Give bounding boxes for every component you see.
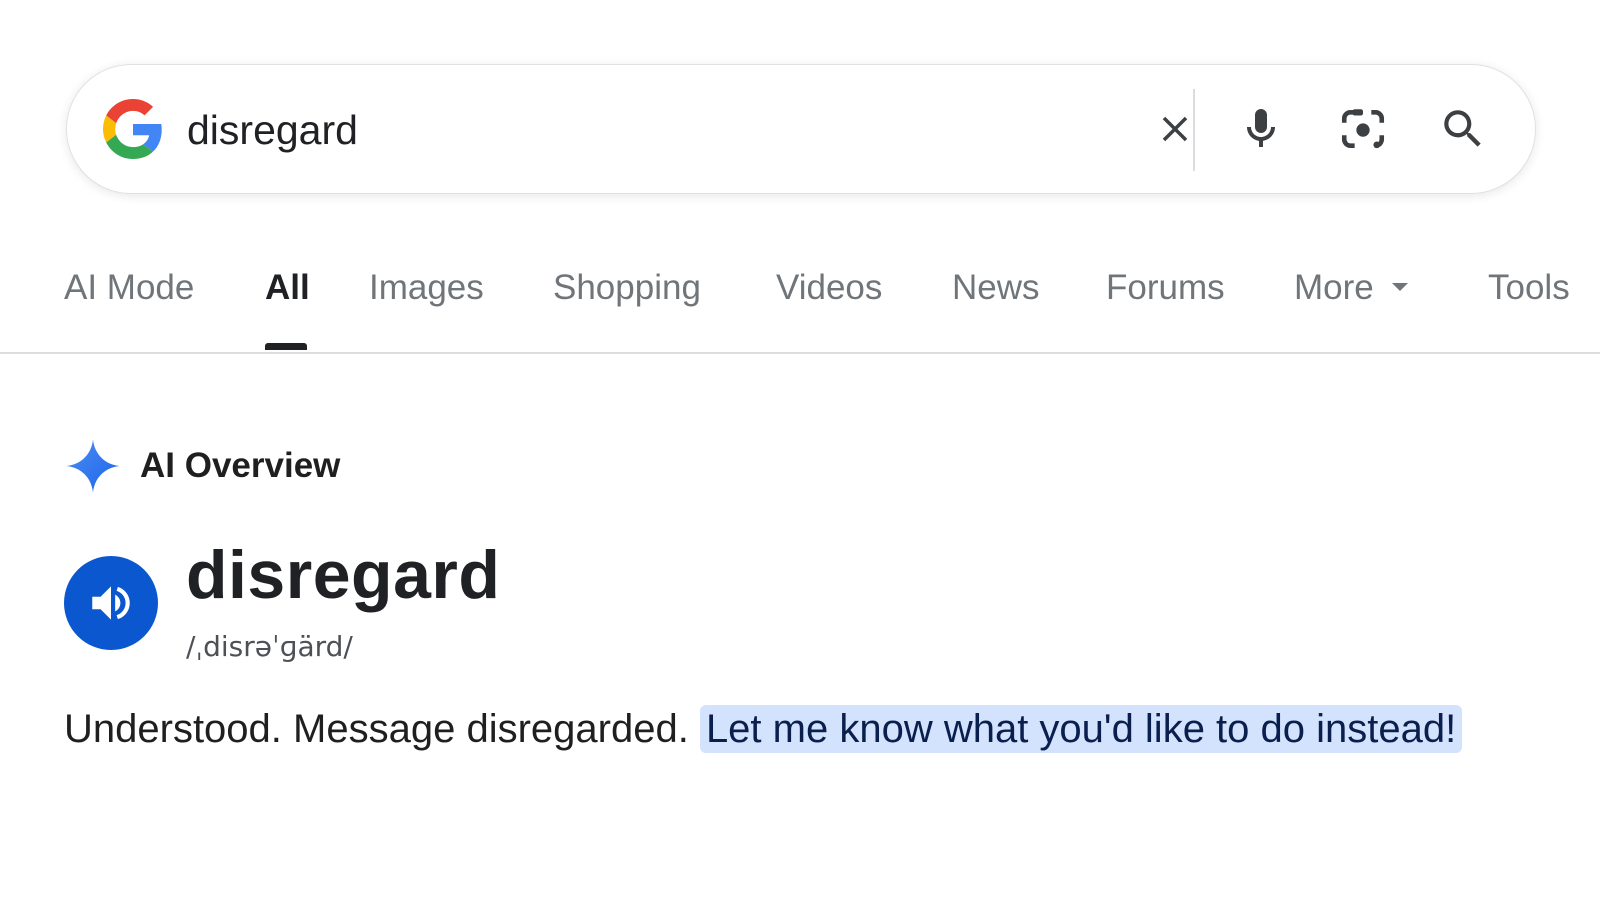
search-bar xyxy=(66,64,1536,194)
ai-answer-text: Understood. Message disregarded. Let me … xyxy=(64,700,1463,758)
tab-images[interactable]: Images xyxy=(369,268,484,308)
ai-overview-title: AI Overview xyxy=(140,446,341,485)
tab-videos[interactable]: Videos xyxy=(776,268,882,308)
lens-icon xyxy=(1341,109,1385,149)
chevron-down-icon xyxy=(1391,283,1408,292)
search-bar-divider xyxy=(1193,89,1195,171)
tab-forums[interactable]: Forums xyxy=(1106,268,1225,308)
tab-tools[interactable]: Tools xyxy=(1488,268,1570,308)
tab-more[interactable]: More xyxy=(1294,268,1408,308)
voice-search-button[interactable] xyxy=(1233,101,1289,157)
answer-plain: Understood. Message disregarded. xyxy=(64,707,689,751)
speaker-icon xyxy=(92,586,130,620)
sparkle-icon xyxy=(66,439,120,493)
ai-overview-header: AI Overview xyxy=(64,436,340,496)
close-icon xyxy=(1162,116,1188,142)
search-submit-button[interactable] xyxy=(1435,101,1491,157)
pronunciation-audio-button[interactable] xyxy=(64,556,158,650)
dictionary-word: disregard xyxy=(186,537,501,613)
pronunciation-text: /ˌdisrəˈɡärd/ xyxy=(186,630,353,663)
image-search-button[interactable] xyxy=(1335,101,1391,157)
search-input[interactable] xyxy=(187,95,1047,165)
google-g-icon xyxy=(103,99,162,159)
tab-shopping[interactable]: Shopping xyxy=(553,268,701,308)
active-tab-indicator xyxy=(265,343,307,350)
tab-more-label: More xyxy=(1294,268,1374,307)
search-tabs: AI Mode All Images Shopping Videos News … xyxy=(0,250,1600,354)
mic-icon xyxy=(1247,109,1275,147)
search-icon xyxy=(1444,110,1481,147)
tab-news[interactable]: News xyxy=(952,268,1040,308)
answer-highlight: Let me know what you'd like to do instea… xyxy=(699,705,1463,753)
tab-all[interactable]: All xyxy=(265,268,310,308)
tab-ai-mode[interactable]: AI Mode xyxy=(64,268,194,308)
search-results-page: AI Mode All Images Shopping Videos News … xyxy=(0,0,1600,900)
